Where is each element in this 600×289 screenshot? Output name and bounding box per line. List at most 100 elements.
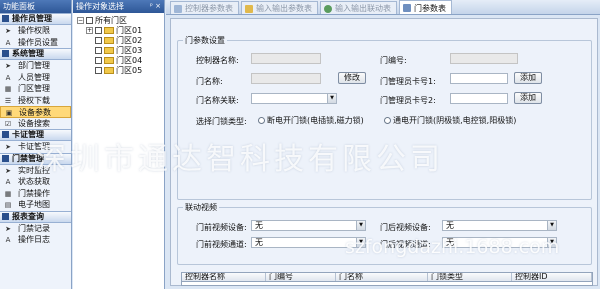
menu-item-operation-log[interactable]: A 操作日志	[0, 234, 71, 246]
collapse-icon	[2, 131, 9, 138]
pin-close-icon[interactable]: ᵖ ×	[150, 2, 161, 11]
table-icon	[174, 4, 182, 13]
menu-item-door-operation[interactable]: ▦ 门禁操作	[0, 188, 71, 200]
menu-item-device-params[interactable]: ▣ 设备参数	[0, 106, 71, 118]
menu-item-card-management[interactable]: ➤ 卡证管理	[0, 141, 71, 153]
checkbox[interactable]	[95, 67, 102, 74]
checkbox[interactable]	[95, 37, 102, 44]
add-card2-button[interactable]: 添加	[514, 92, 542, 104]
collapse-icon	[2, 15, 9, 22]
lock-option-power-off[interactable]: 断电开门锁(电插锁,磁力锁)	[258, 115, 364, 126]
dropdown-arrow-icon[interactable]: ▼	[547, 221, 556, 230]
admin-card1-field[interactable]	[450, 73, 508, 84]
tree-node-door03[interactable]: 门区03	[77, 46, 164, 56]
video-link-group: 联动视频 门前视频设备: 无 ▼ 门后视频设备: 无 ▼ 门前视频通道: 无 ▼ 门后…	[177, 202, 592, 265]
col-door-number[interactable]: 门编号	[266, 273, 336, 281]
tree-node-door02[interactable]: 门区02	[77, 36, 164, 46]
checkbox[interactable]	[86, 17, 93, 24]
tree-root[interactable]: − 所有门区	[77, 16, 164, 26]
tab-controller-params[interactable]: 控制器参数表	[170, 1, 239, 14]
dropdown-arrow-icon[interactable]: ▼	[356, 238, 365, 247]
menu-item-operator-settings[interactable]: A 操作员设置	[0, 37, 71, 49]
app-window: 功能面板 操作员管理 ➤ 操作权限 A 操作员设置 系统管理 ➤ 部门管理 A 人员管理…	[0, 0, 600, 289]
folder-icon	[104, 47, 114, 54]
group-operator-management[interactable]: 操作员管理	[0, 13, 71, 25]
menu-item-door-records[interactable]: ➤ 门禁记录	[0, 223, 71, 235]
tree-node-door04[interactable]: 门区04	[77, 56, 164, 66]
group-access-control[interactable]: 门禁管理	[0, 152, 71, 165]
function-panel: 功能面板 操作员管理 ➤ 操作权限 A 操作员设置 系统管理 ➤ 部门管理 A 人员管理…	[0, 0, 72, 289]
front-video-device-label: 门前视频设备:	[196, 223, 247, 232]
star-icon	[245, 4, 253, 13]
menu-item-realtime-monitor[interactable]: ➤ 实时监控	[0, 165, 71, 177]
door-number-field	[450, 53, 518, 64]
group-system-management[interactable]: 系统管理	[0, 48, 71, 60]
door-number-label: 门编号:	[380, 56, 407, 65]
checkbox[interactable]	[95, 47, 102, 54]
group-card-management[interactable]: 卡证管理	[0, 129, 71, 141]
function-panel-title: 功能面板	[0, 0, 71, 13]
admin-card2-field[interactable]	[450, 93, 508, 104]
tree-panel-title: 操作对象选择 ᵖ ×	[73, 0, 164, 13]
door-name-label: 门名称:	[196, 77, 223, 86]
menu-item-status-fetch[interactable]: A 状态获取	[0, 176, 71, 188]
folder-icon	[104, 27, 114, 34]
checkbox[interactable]	[95, 57, 102, 64]
folder-icon	[104, 57, 114, 64]
font-a-icon: A	[5, 236, 11, 244]
checkbox[interactable]	[95, 27, 102, 34]
menu-item-personnel[interactable]: A 人员管理	[0, 72, 71, 84]
tree-node-door01[interactable]: + 门区01	[77, 26, 164, 36]
expand-plus-icon[interactable]: +	[86, 27, 93, 34]
door-name-link-label: 门名称关联:	[196, 96, 239, 105]
door-settings-group: 门参数设置 控制器名称: 门编号: 门名称: 修改 门管理员卡号1: 添加 门名…	[177, 35, 592, 200]
collapse-minus-icon[interactable]: −	[77, 17, 84, 24]
grid-header: 控制器名称 门编号 门名称 门锁类型 控制器ID	[182, 273, 592, 282]
menu-item-door-area[interactable]: ▦ 门区管理	[0, 83, 71, 95]
back-video-device-label: 门后视频设备:	[380, 223, 431, 232]
col-lock-type[interactable]: 门锁类型	[428, 273, 512, 281]
col-controller-id[interactable]: 控制器ID	[512, 273, 592, 281]
menu-item-auth-download[interactable]: ☰ 授权下载	[0, 95, 71, 107]
col-controller-name[interactable]: 控制器名称	[182, 273, 266, 281]
modify-button[interactable]: 修改	[338, 72, 366, 84]
tab-io-params[interactable]: 输入输出参数表	[241, 1, 318, 14]
dropdown-arrow-icon[interactable]: ▼	[356, 221, 365, 230]
door-settings-legend: 门参数设置	[183, 35, 227, 46]
col-door-name[interactable]: 门名称	[336, 273, 428, 281]
back-video-device-select[interactable]: 无 ▼	[442, 220, 557, 231]
menu-item-operator-permission[interactable]: ➤ 操作权限	[0, 25, 71, 37]
add-card1-button[interactable]: 添加	[514, 72, 542, 84]
front-video-channel-label: 门前视频通道:	[196, 240, 247, 249]
radio-button[interactable]	[258, 117, 265, 124]
controller-name-label: 控制器名称:	[196, 56, 239, 65]
front-video-device-select[interactable]: 无 ▼	[251, 220, 366, 231]
object-tree-panel: 操作对象选择 ᵖ × − 所有门区 + 门区01 门区02 门区03 门区04 门区…	[73, 0, 165, 289]
group-report-query[interactable]: 报表查询	[0, 210, 71, 223]
back-video-channel-select[interactable]: 无 ▼	[442, 237, 557, 248]
door-name-link-select[interactable]: ▼	[251, 93, 337, 104]
dropdown-arrow-icon[interactable]: ▼	[547, 238, 556, 247]
collapse-icon	[2, 154, 9, 162]
folder-icon	[104, 37, 114, 44]
collapse-icon	[2, 212, 9, 220]
front-video-channel-select[interactable]: 无 ▼	[251, 237, 366, 248]
menu-item-electronic-map[interactable]: ▤ 电子地图	[0, 199, 71, 211]
tab-io-linkage[interactable]: 输入输出联动表	[320, 1, 397, 14]
door-name-field[interactable]	[251, 73, 321, 84]
menu-item-department[interactable]: ➤ 部门管理	[0, 60, 71, 72]
lock-option-power-on[interactable]: 通电开门锁(阴极锁,电控锁,阳极锁)	[384, 115, 516, 126]
dropdown-arrow-icon[interactable]: ▼	[327, 94, 336, 103]
lock-type-label: 选择门锁类型:	[196, 117, 247, 126]
tree-view: − 所有门区 + 门区01 门区02 门区03 门区04 门区05	[73, 13, 164, 76]
admin-card2-label: 门管理员卡号2:	[380, 96, 436, 105]
menu-item-device-search[interactable]: ☑ 设备搜索	[0, 118, 71, 130]
admin-card1-label: 门管理员卡号1:	[380, 77, 436, 86]
door-params-grid[interactable]: 控制器名称 门编号 门名称 门锁类型 控制器ID	[181, 272, 593, 286]
main-area: 控制器参数表 输入输出参数表 输入输出联动表 门参数表 门参数设置 控制器名称:…	[166, 0, 600, 289]
tree-node-door05[interactable]: 门区05	[77, 66, 164, 76]
door-icon	[403, 4, 411, 12]
radio-button[interactable]	[384, 117, 391, 124]
tab-door-params[interactable]: 门参数表	[399, 0, 452, 14]
back-video-channel-label: 门后视频通道:	[380, 240, 431, 249]
